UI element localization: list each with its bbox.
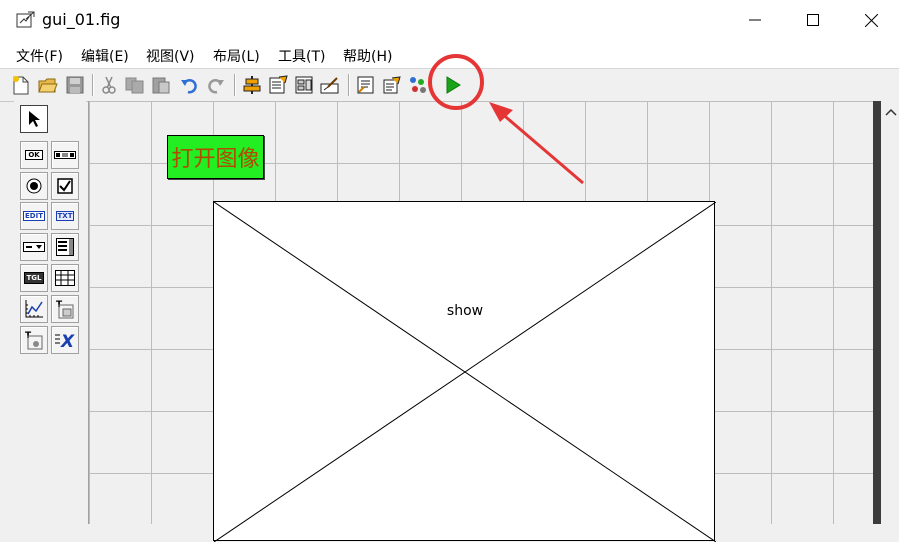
new-file-icon <box>13 76 29 95</box>
menu-editor-button[interactable] <box>267 74 289 96</box>
paste-button[interactable] <box>150 74 172 96</box>
menu-editor-icon <box>269 75 288 94</box>
toolbar-editor-button[interactable] <box>319 74 341 96</box>
palette-static-text[interactable]: TXT <box>51 202 79 230</box>
minimize-button[interactable] <box>726 0 784 40</box>
editor-button[interactable] <box>355 74 377 96</box>
axes-component[interactable]: show <box>213 201 716 542</box>
button-group-icon: T <box>25 331 43 350</box>
copy-icon <box>125 77 144 94</box>
activex-control-icon: X <box>55 332 75 349</box>
palette-activex[interactable]: X <box>51 326 79 354</box>
palette-panel[interactable]: T <box>51 295 79 323</box>
figure-file-icon <box>16 11 36 29</box>
close-icon <box>864 13 878 27</box>
checkbox-icon <box>57 178 73 194</box>
property-inspector-icon <box>383 76 401 94</box>
table-icon <box>55 270 75 286</box>
redo-icon <box>208 79 224 94</box>
edit-text-icon: EDIT <box>23 211 45 221</box>
clipped-background-window <box>0 72 8 112</box>
copy-button[interactable] <box>124 74 146 96</box>
align-objects-button[interactable] <box>241 74 263 96</box>
align-objects-icon <box>243 76 261 94</box>
palette-axes[interactable] <box>20 295 48 323</box>
select-arrow-icon <box>29 111 40 127</box>
window-title: gui_01.fig <box>42 10 121 29</box>
toolbar-separator <box>92 74 94 96</box>
menu-layout[interactable]: 布局(L) <box>213 46 260 66</box>
listbox-icon <box>56 238 74 256</box>
tab-order-button[interactable] <box>293 74 315 96</box>
run-figure-icon <box>446 76 461 94</box>
static-text-icon: TXT <box>55 211 75 221</box>
redo-button[interactable] <box>205 74 227 96</box>
editor-icon <box>357 76 374 94</box>
palette-listbox[interactable] <box>51 233 79 261</box>
menu-file[interactable]: 文件(F) <box>16 46 63 66</box>
palette-select-tool[interactable] <box>20 105 48 133</box>
menu-bar: 文件(F) 编辑(E) 视图(V) 布局(L) 工具(T) 帮助(H) <box>0 40 899 68</box>
menu-view[interactable]: 视图(V) <box>146 46 195 66</box>
title-bar: gui_01.fig <box>0 0 899 40</box>
open-button[interactable] <box>37 74 59 96</box>
menu-tools[interactable]: 工具(T) <box>278 46 325 66</box>
scroll-up-button[interactable] <box>882 101 899 123</box>
save-icon <box>66 76 84 94</box>
open-image-button[interactable]: 打开图像 <box>167 135 264 179</box>
open-folder-icon <box>38 78 58 93</box>
radio-button-icon <box>26 178 42 194</box>
toolbar-separator <box>234 74 236 96</box>
toggle-button-icon: TGL <box>23 272 45 284</box>
maximize-icon <box>807 14 819 26</box>
cut-icon <box>102 76 116 94</box>
save-button[interactable] <box>64 74 86 96</box>
vertical-scrollbar[interactable] <box>873 101 899 524</box>
palette-toggle-button[interactable]: TGL <box>20 264 48 292</box>
menu-help[interactable]: 帮助(H) <box>343 46 392 66</box>
maximize-button[interactable] <box>784 0 842 40</box>
scrollbar-track <box>873 101 881 524</box>
slider-icon <box>54 151 76 159</box>
minimize-icon <box>749 19 761 21</box>
new-file-button[interactable] <box>10 74 32 96</box>
toolbar-separator <box>348 74 350 96</box>
object-browser-button[interactable] <box>407 74 429 96</box>
toolbar <box>0 68 899 102</box>
run-figure-button[interactable] <box>442 74 464 96</box>
close-button[interactable] <box>842 0 899 40</box>
axes-icon <box>25 300 43 318</box>
toolbar-editor-icon <box>320 77 339 94</box>
cut-button[interactable] <box>98 74 120 96</box>
object-browser-icon <box>410 77 426 93</box>
palette-button-group[interactable]: T <box>20 326 48 354</box>
axes-placeholder-cross <box>214 202 716 542</box>
tab-order-icon <box>295 76 313 94</box>
component-palette: OK EDIT TXT TGL T T X <box>14 101 86 524</box>
palette-radio-button[interactable] <box>20 172 48 200</box>
menu-edit[interactable]: 编辑(E) <box>81 46 129 66</box>
undo-icon <box>181 79 197 94</box>
palette-push-button[interactable]: OK <box>20 141 48 169</box>
paste-icon <box>152 77 170 94</box>
palette-checkbox[interactable] <box>51 172 79 200</box>
chevron-up-icon <box>884 108 897 116</box>
popup-menu-icon <box>23 242 45 252</box>
panel-icon: T <box>56 300 74 319</box>
axes-tag-label: show <box>446 303 484 319</box>
push-button-icon: OK <box>25 150 43 160</box>
palette-popup-menu[interactable] <box>20 233 48 261</box>
svg-text:X: X <box>60 332 75 349</box>
palette-table[interactable] <box>51 264 79 292</box>
palette-slider[interactable] <box>51 141 79 169</box>
undo-button[interactable] <box>178 74 200 96</box>
palette-edit-text[interactable]: EDIT <box>20 202 48 230</box>
property-inspector-button[interactable] <box>381 74 403 96</box>
